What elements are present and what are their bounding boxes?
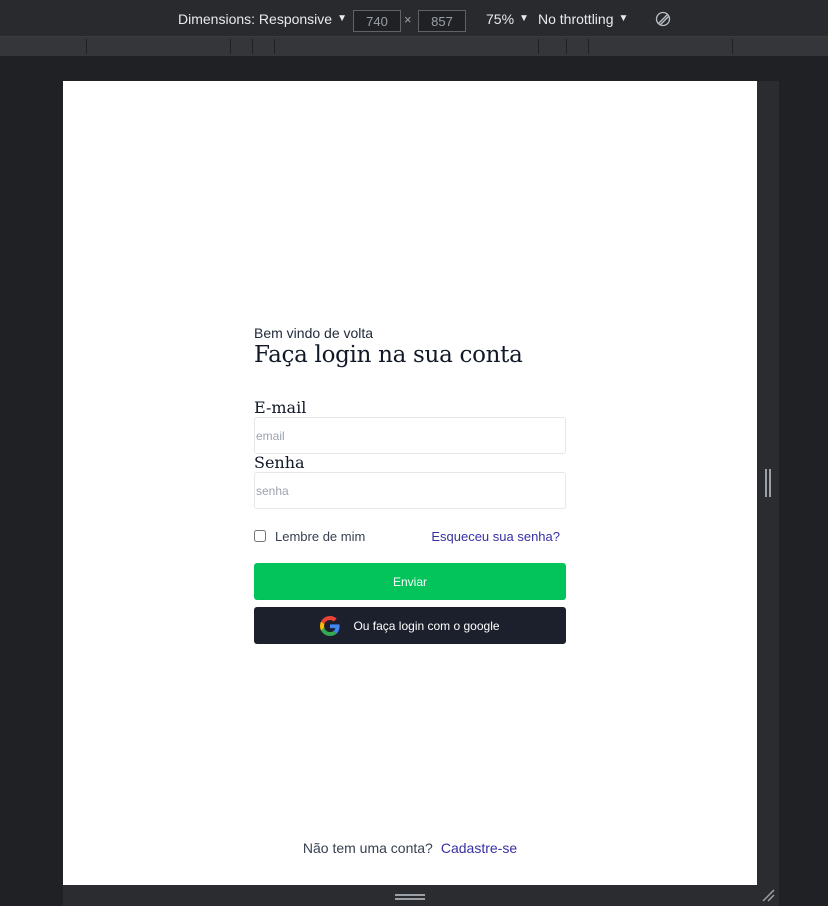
width-input[interactable]: 740	[353, 10, 401, 32]
google-icon	[320, 615, 341, 636]
ruler-tick[interactable]	[538, 39, 539, 54]
page-viewport: Bem vindo de volta Faça login na sua con…	[63, 81, 757, 885]
dimensions-label: Dimensions: Responsive	[178, 10, 333, 27]
forgot-password-link[interactable]: Esqueceu sua senha?	[431, 529, 560, 544]
remember-me[interactable]: Lembre de mim	[254, 529, 365, 544]
dimensions-dropdown[interactable]: Dimensions: Responsive ▼	[178, 0, 347, 37]
vertical-grip-icon[interactable]	[765, 469, 771, 497]
remember-label: Lembre de mim	[275, 528, 366, 544]
ruler-tick[interactable]	[86, 39, 87, 54]
email-field[interactable]	[254, 417, 566, 454]
ruler-tick[interactable]	[588, 39, 589, 54]
email-label: E-mail	[254, 398, 307, 417]
google-button-label: Ou faça login com o google	[353, 618, 500, 633]
page-title: Faça login na sua conta	[254, 342, 523, 368]
signup-prompt: Não tem uma conta?	[302, 840, 433, 856]
password-field[interactable]	[254, 472, 566, 509]
ruler-tick[interactable]	[274, 39, 275, 54]
submit-button[interactable]: Enviar	[254, 563, 566, 600]
google-login-button[interactable]: Ou faça login com o google	[254, 607, 566, 644]
caret-down-icon: ▼	[519, 13, 529, 24]
ruler-tick[interactable]	[230, 39, 231, 54]
throttle-label: No throttling	[538, 10, 614, 27]
welcome-text: Bem vindo de volta	[254, 325, 374, 341]
ruler-bar	[0, 37, 828, 56]
options-row: Lembre de mim Esqueceu sua senha?	[254, 527, 566, 545]
horizontal-grip-icon[interactable]	[395, 894, 425, 900]
caret-down-icon: ▼	[337, 13, 347, 24]
remember-checkbox[interactable]	[254, 530, 266, 542]
media-query-ruler	[0, 37, 828, 56]
height-input[interactable]: 857	[418, 10, 466, 32]
throttling-dropdown[interactable]: No throttling ▼	[538, 0, 628, 37]
ruler-tick[interactable]	[732, 39, 733, 54]
times-symbol: ×	[404, 12, 412, 27]
signup-link[interactable]: Cadastre-se	[441, 840, 517, 856]
zoom-label: 75%	[486, 10, 515, 27]
device-toolbar: Dimensions: Responsive ▼ 740 × 857 75% ▼…	[0, 0, 828, 37]
zoom-dropdown[interactable]: 75% ▼	[486, 0, 529, 37]
rotate-icon[interactable]	[655, 0, 671, 37]
password-label: Senha	[254, 453, 305, 472]
login-form: Bem vindo de volta Faça login na sua con…	[254, 325, 566, 644]
corner-resize-icon[interactable]	[761, 888, 775, 902]
ruler-tick[interactable]	[252, 39, 253, 54]
signup-row: Não tem uma conta? Cadastre-se	[63, 840, 757, 856]
ruler-tick[interactable]	[566, 39, 567, 54]
caret-down-icon: ▼	[618, 13, 629, 24]
